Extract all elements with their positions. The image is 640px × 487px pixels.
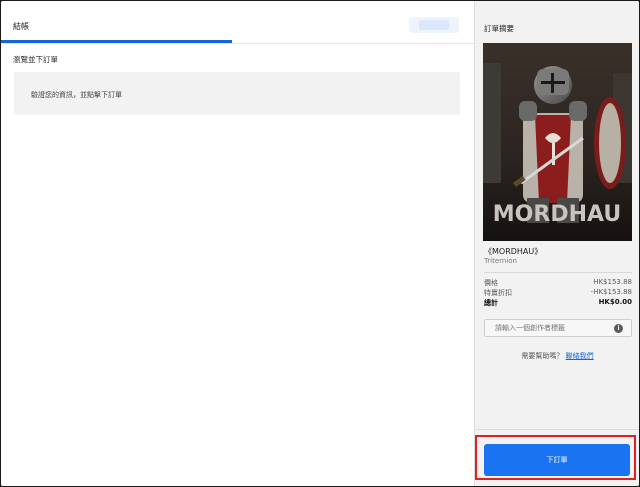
total-row: 總計 HK$0.00 bbox=[484, 298, 632, 308]
contact-us-link[interactable]: 聯絡我們 bbox=[566, 352, 594, 360]
place-order-button[interactable]: 下訂單 bbox=[484, 444, 630, 476]
faded-button bbox=[409, 17, 459, 33]
summary-title: 訂單摘要 bbox=[484, 24, 514, 33]
checkout-window: 結帳 瀏覽並下訂單 驗證您的資訊，並點擊下訂單 訂單摘要 MORDHAU 《MO… bbox=[1, 1, 639, 486]
price-row: 價格 HK$153.88 bbox=[484, 278, 632, 288]
creator-tag-field[interactable]: i bbox=[484, 319, 632, 337]
price-value: HK$153.88 bbox=[593, 278, 632, 286]
divider bbox=[484, 272, 632, 273]
price-label: 價格 bbox=[484, 279, 498, 287]
order-summary-panel: 訂單摘要 MORDHAU 《MORDHAU》 Triternion 價格 HK$… bbox=[474, 1, 639, 486]
checkout-tabs: 結帳 bbox=[1, 1, 474, 44]
section-title: 瀏覽並下訂單 bbox=[13, 55, 58, 64]
tab-active-indicator bbox=[1, 40, 232, 43]
discount-value: -HK$153.88 bbox=[590, 288, 632, 296]
game-cover-art: MORDHAU bbox=[483, 43, 632, 241]
publisher-name: Triternion bbox=[484, 257, 517, 265]
creator-tag-input[interactable] bbox=[495, 324, 605, 332]
total-label: 總計 bbox=[484, 299, 498, 307]
total-value: HK$0.00 bbox=[598, 298, 632, 306]
verification-notice: 驗證您的資訊，並點擊下訂單 bbox=[14, 72, 460, 115]
checkout-main-panel: 結帳 瀏覽並下訂單 驗證您的資訊，並點擊下訂單 bbox=[1, 1, 474, 486]
cover-logo-text: MORDHAU bbox=[493, 202, 621, 227]
game-title: 《MORDHAU》 bbox=[484, 247, 543, 256]
discount-label: 特賣折扣 bbox=[484, 289, 512, 297]
discount-row: 特賣折扣 -HK$153.88 bbox=[484, 288, 632, 298]
tab-checkout[interactable]: 結帳 bbox=[13, 21, 29, 32]
help-text: 需要幫助嗎？ bbox=[521, 352, 564, 360]
notice-text: 驗證您的資訊，並點擊下訂單 bbox=[31, 91, 122, 99]
order-footer: 下訂單 bbox=[475, 429, 639, 486]
info-icon[interactable]: i bbox=[614, 324, 623, 333]
help-line: 需要幫助嗎？ 聯絡我們 bbox=[475, 351, 639, 361]
